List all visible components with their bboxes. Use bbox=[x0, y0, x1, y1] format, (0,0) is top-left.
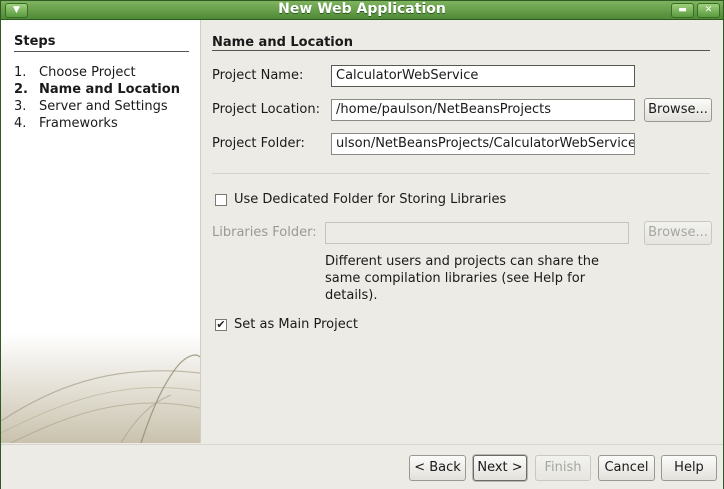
steps-heading: Steps bbox=[14, 34, 56, 49]
main-project-checkbox[interactable]: ✔ bbox=[215, 319, 227, 331]
step-label: Name and Location bbox=[39, 82, 180, 97]
step-item: 3. Server and Settings bbox=[14, 98, 180, 115]
project-location-input[interactable]: /home/paulson/NetBeansProjects bbox=[331, 99, 635, 121]
back-button[interactable]: < Back bbox=[409, 455, 466, 481]
project-location-browse-button[interactable]: Browse... bbox=[644, 98, 712, 122]
finish-button[interactable]: Finish bbox=[535, 455, 591, 481]
step-label: Choose Project bbox=[39, 65, 136, 80]
libraries-folder-input[interactable] bbox=[325, 222, 629, 244]
step-number: 1. bbox=[14, 65, 27, 80]
main-content: Name and Location Project Name: Calculat… bbox=[201, 20, 723, 443]
minimize-button[interactable]: ▬ bbox=[671, 3, 694, 18]
section-divider bbox=[212, 50, 710, 51]
section-title: Name and Location bbox=[212, 35, 353, 50]
project-name-input[interactable]: CalculatorWebService bbox=[331, 65, 635, 87]
step-label: Frameworks bbox=[39, 116, 118, 131]
dedicated-folder-label[interactable]: Use Dedicated Folder for Storing Librari… bbox=[234, 191, 506, 209]
libraries-help-note: Different users and projects can share t… bbox=[325, 254, 599, 303]
close-icon: ✕ bbox=[704, 5, 713, 15]
window-title: New Web Application bbox=[278, 1, 446, 17]
checkmark-icon: ✔ bbox=[216, 318, 226, 331]
button-bar: < Back Next > Finish Cancel Help bbox=[1, 444, 723, 489]
project-folder-label: Project Folder: bbox=[212, 136, 305, 151]
cancel-button[interactable]: Cancel bbox=[598, 455, 655, 481]
steps-divider bbox=[14, 51, 189, 52]
libraries-folder-label: Libraries Folder: bbox=[212, 225, 317, 240]
decorative-swoosh-image bbox=[1, 333, 200, 443]
close-button[interactable]: ✕ bbox=[697, 3, 720, 18]
libraries-folder-browse-button[interactable]: Browse... bbox=[644, 221, 712, 245]
dialog-window: ▼ New Web Application ▬ ✕ Steps 1. Choose… bbox=[0, 0, 724, 489]
steps-panel: Steps 1. Choose Project 2. Name and Locati… bbox=[1, 20, 201, 443]
step-label: Server and Settings bbox=[39, 99, 168, 114]
steps-list: 1. Choose Project 2. Name and Location 3. S… bbox=[14, 64, 180, 132]
project-folder-input[interactable]: ulson/NetBeansProjects/CalculatorWebServ… bbox=[331, 133, 635, 155]
step-number: 2. bbox=[14, 82, 28, 97]
minimize-icon: ▬ bbox=[678, 5, 687, 15]
next-button[interactable]: Next > bbox=[473, 455, 527, 481]
step-item-current: 2. Name and Location bbox=[14, 81, 180, 98]
main-project-label[interactable]: Set as Main Project bbox=[234, 316, 358, 334]
project-location-label: Project Location: bbox=[212, 102, 320, 117]
step-number: 4. bbox=[14, 116, 27, 131]
dedicated-folder-checkbox[interactable] bbox=[215, 194, 227, 206]
title-bar[interactable]: ▼ New Web Application ▬ ✕ bbox=[1, 1, 723, 20]
step-item: 1. Choose Project bbox=[14, 64, 180, 81]
step-number: 3. bbox=[14, 99, 27, 114]
step-item: 4. Frameworks bbox=[14, 115, 180, 132]
help-button[interactable]: Help bbox=[661, 455, 717, 481]
project-name-label: Project Name: bbox=[212, 68, 304, 83]
form-separator bbox=[212, 173, 710, 174]
